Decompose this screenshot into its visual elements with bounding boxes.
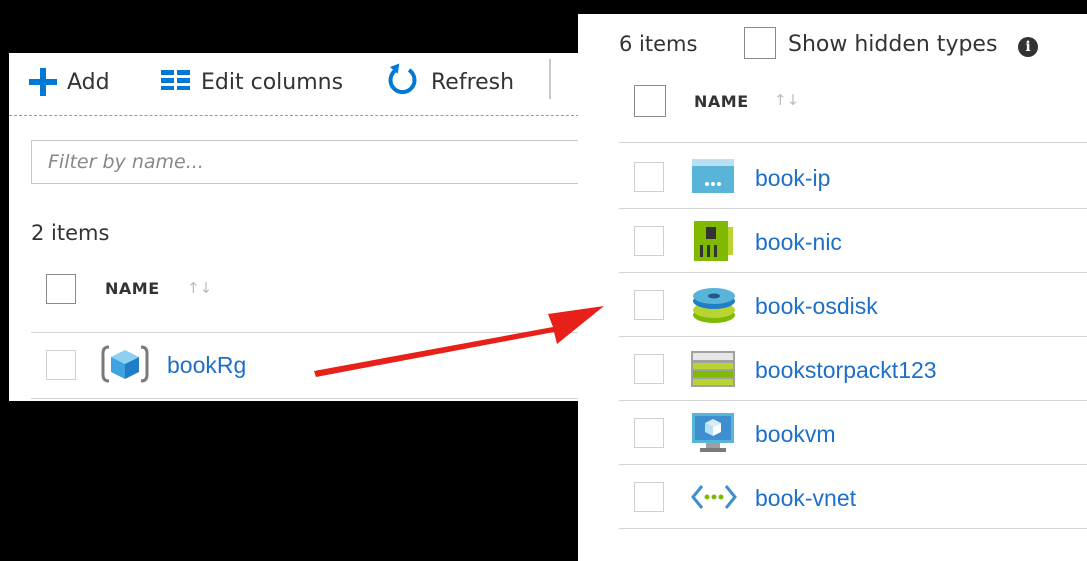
show-hidden-types-label[interactable]: Show hidden types: [788, 32, 997, 57]
row-checkbox[interactable]: [634, 354, 664, 384]
columns-icon: [161, 70, 191, 94]
sort-icon[interactable]: ↑↓: [774, 91, 799, 109]
select-all-checkbox[interactable]: [634, 85, 666, 117]
sort-icon[interactable]: ↑↓: [187, 279, 212, 297]
row-checkbox[interactable]: [634, 162, 664, 192]
resource-link[interactable]: book-nic: [755, 229, 842, 256]
show-hidden-types-checkbox[interactable]: [744, 27, 776, 59]
refresh-icon: [387, 63, 419, 101]
toolbar: Add Edit columns Refresh: [9, 53, 599, 115]
select-all-checkbox[interactable]: [46, 274, 76, 304]
disk-icon: [691, 286, 737, 328]
add-button[interactable]: Add: [29, 67, 110, 97]
row-checkbox[interactable]: [634, 290, 664, 320]
resource-link[interactable]: bookvm: [755, 421, 836, 448]
resource-link[interactable]: book-osdisk: [755, 293, 878, 320]
resource-link[interactable]: book-ip: [755, 165, 830, 192]
resources-panel: 6 items Show hidden types i NAME ↑↓ book…: [578, 14, 1087, 561]
network-interface-icon: [694, 221, 734, 265]
row-divider: [619, 336, 1087, 337]
row-checkbox[interactable]: [634, 482, 664, 512]
row-checkbox[interactable]: [634, 418, 664, 448]
row-divider: [619, 400, 1087, 401]
plus-icon: [29, 68, 57, 96]
row-divider: [619, 142, 1087, 143]
row-checkbox[interactable]: [634, 226, 664, 256]
row-divider: [31, 332, 599, 333]
row-divider: [619, 528, 1087, 529]
filter-input[interactable]: [31, 140, 591, 184]
storage-account-icon: [691, 351, 735, 391]
item-count: 2 items: [31, 221, 110, 245]
row-divider: [619, 272, 1087, 273]
toolbar-divider: [549, 59, 551, 99]
refresh-button[interactable]: Refresh: [387, 63, 515, 97]
row-divider: [619, 208, 1087, 209]
edit-columns-button[interactable]: Edit columns: [161, 67, 343, 97]
resource-link[interactable]: book-vnet: [755, 485, 856, 512]
row-divider: [31, 398, 599, 399]
row-checkbox[interactable]: [46, 350, 76, 380]
name-column-header[interactable]: NAME: [105, 279, 160, 298]
public-ip-icon: [691, 158, 735, 198]
add-label: Add: [67, 69, 110, 95]
item-count: 6 items: [619, 32, 698, 56]
refresh-label: Refresh: [431, 69, 515, 95]
resource-link[interactable]: bookRg: [167, 352, 246, 379]
edit-columns-label: Edit columns: [201, 69, 344, 95]
resource-group-icon: [101, 345, 149, 387]
virtual-network-icon: [691, 482, 737, 516]
virtual-machine-icon: [692, 413, 734, 457]
row-divider: [619, 464, 1087, 465]
info-icon[interactable]: i: [1018, 37, 1038, 57]
resource-link[interactable]: bookstorpackt123: [755, 357, 937, 384]
name-column-header[interactable]: NAME: [694, 92, 749, 111]
resource-groups-panel: Add Edit columns Refresh Filter by name.…: [9, 53, 599, 401]
toolbar-dashed-divider: [9, 115, 599, 116]
